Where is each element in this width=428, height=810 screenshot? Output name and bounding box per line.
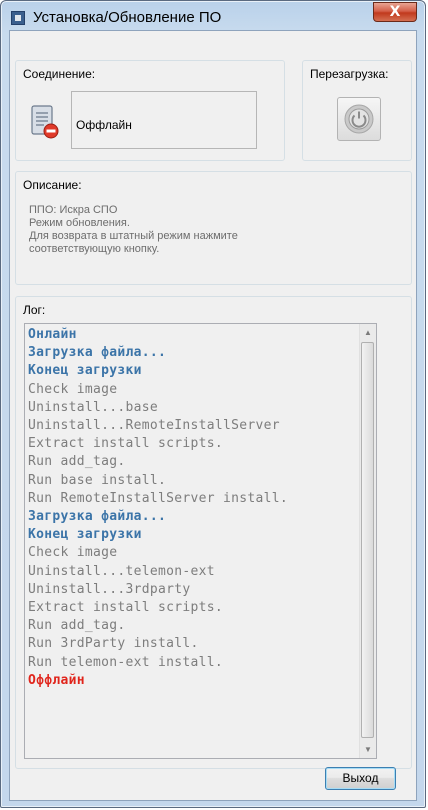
connection-status-text: Оффлайн (76, 118, 132, 132)
log-line: Конец загрузки (28, 527, 142, 543)
scroll-thumb[interactable] (361, 342, 374, 738)
log-line: Extract install scripts. (28, 436, 224, 452)
description-line: Режим обновления. (29, 217, 130, 229)
reboot-button[interactable] (337, 97, 381, 141)
reboot-group-label: Перезагрузка: (310, 67, 389, 81)
server-offline-icon (31, 105, 59, 139)
log-line: Оффлайн (28, 672, 85, 688)
close-icon: X (389, 4, 401, 20)
log-line: Check image (28, 381, 118, 397)
description-group-label: Описание: (23, 178, 82, 192)
log-group-label: Лог: (23, 303, 46, 317)
log-line: Uninstall...RemoteInstallServer (28, 418, 280, 434)
installer-window: Установка/Обновление ПО X Соединение: Оф… (0, 0, 426, 808)
exit-button[interactable]: Выход (325, 767, 396, 790)
log-line: Uninstall...base (28, 399, 159, 415)
log-line: Uninstall...telemon-ext (28, 563, 215, 579)
log-scrollbar[interactable]: ▲ ▼ (359, 324, 376, 758)
connection-group: Соединение: Оффлайн (15, 60, 285, 161)
window-title: Установка/Обновление ПО (33, 9, 222, 26)
log-line: Check image (28, 545, 118, 561)
log-line: Загрузка файла... (28, 509, 167, 525)
description-line: ППО: Искра СПО (29, 204, 118, 216)
log-line: Онлайн (28, 327, 77, 342)
log-line: Uninstall...3rdparty (28, 581, 191, 597)
log-line: Run add_tag. (28, 618, 126, 634)
scroll-up-icon[interactable]: ▲ (360, 324, 376, 341)
log-line: Run add_tag. (28, 454, 126, 470)
connection-status-box: Оффлайн (71, 91, 257, 149)
log-line: Run RemoteInstallServer install. (28, 490, 289, 506)
close-button[interactable]: X (373, 2, 417, 22)
log-line: Run telemon-ext install. (28, 654, 224, 670)
connection-group-label: Соединение: (23, 67, 96, 81)
description-line: соответствующую кнопку. (29, 243, 160, 255)
log-line: Загрузка файла... (28, 345, 167, 361)
window-client-area: Соединение: Оффлайн Перезагрузка: Описан… (9, 30, 417, 801)
app-icon (11, 11, 25, 25)
log-group: Лог: Онлайн Загрузка файла... Конец загруз… (15, 296, 412, 769)
log-line: Run 3rdParty install. (28, 636, 199, 652)
log-line: Конец загрузки (28, 363, 142, 379)
description-text: ППО: Искра СПО Режим обновления. Для воз… (29, 204, 238, 256)
scroll-down-icon[interactable]: ▼ (360, 741, 376, 758)
log-line: Extract install scripts. (28, 600, 224, 616)
description-group: Описание: ППО: Искра СПО Режим обновлени… (15, 171, 412, 285)
title-bar[interactable]: Установка/Обновление ПО X (1, 1, 425, 31)
log-textarea[interactable]: Онлайн Загрузка файла... Конец загрузки Che… (24, 323, 377, 759)
log-lines: Онлайн Загрузка файла... Конец загрузки Che… (28, 326, 288, 690)
power-icon (344, 104, 374, 134)
description-line: Для возврата в штатный режим нажмите (29, 230, 238, 242)
reboot-group: Перезагрузка: (302, 60, 412, 161)
log-line: Run base install. (28, 472, 167, 488)
